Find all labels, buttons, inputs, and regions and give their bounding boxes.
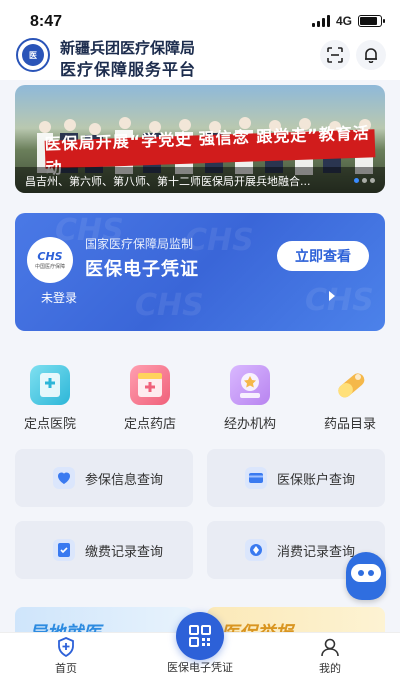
- query-account-button[interactable]: 医保账户查询: [207, 449, 385, 507]
- grid-item-agency[interactable]: 经办机构: [200, 365, 300, 435]
- shield-home-icon: [58, 637, 74, 658]
- qr-code-icon: [189, 625, 211, 647]
- chevron-right-icon[interactable]: [329, 291, 335, 301]
- query-insurance-info-button[interactable]: 参保信息查询: [15, 449, 193, 507]
- assistant-robot-button[interactable]: [346, 552, 386, 600]
- voucher-qr-button[interactable]: [176, 612, 224, 660]
- app-header: 医 新疆兵团医疗保障局 医疗保障服务平台: [0, 30, 400, 80]
- payment-record-icon: [53, 539, 75, 561]
- login-status: 未登录: [41, 291, 78, 305]
- card-supervisor: 国家医疗保障局监制: [85, 237, 194, 251]
- notification-button[interactable]: [356, 40, 386, 70]
- scan-icon: [327, 47, 343, 63]
- news-banner[interactable]: 医保局开展“学党史 强信念 跟党走”教育活动 昌吉州、第六师、第八师、第十二师医…: [15, 85, 385, 193]
- grid-item-hospital[interactable]: 定点医院: [0, 365, 100, 435]
- tab-mine[interactable]: 我的: [280, 633, 380, 673]
- status-time: 8:47: [30, 13, 63, 30]
- header-title: 医疗保障服务平台: [60, 60, 197, 79]
- card-title: 医保电子凭证: [85, 259, 199, 280]
- consumption-record-icon: [245, 539, 267, 561]
- query-payment-record-button[interactable]: 缴费记录查询: [15, 521, 193, 579]
- insurance-info-icon: [53, 467, 75, 489]
- agency-icon: [230, 365, 270, 405]
- banner-slogan: 医保局开展“学党史 强信念 跟党走”教育活动: [44, 123, 376, 178]
- carousel-dots: [354, 178, 375, 183]
- robot-icon: [351, 564, 381, 582]
- status-indicators: 4G: [311, 14, 385, 28]
- grid-item-drug-catalog[interactable]: 药品目录: [300, 365, 400, 435]
- bureau-logo: 医: [16, 38, 50, 72]
- view-now-button[interactable]: 立即查看: [277, 241, 369, 271]
- account-card-icon: [245, 467, 267, 489]
- service-grid: 定点医院 定点药店 经办机构 药品目录: [0, 365, 400, 435]
- user-icon: [321, 638, 339, 657]
- bell-icon: [365, 48, 377, 63]
- voucher-card[interactable]: CHS CHS CHS CHS CHS 中国医疗保障 国家医疗保障局监制 医保电…: [15, 213, 385, 331]
- network-type: 4G: [335, 14, 352, 28]
- banner-caption: 昌吉州、第六师、第八师、第十二师医保局开展兵地融合...: [15, 167, 385, 193]
- pharmacy-icon: [130, 365, 170, 405]
- battery-icon: [358, 15, 385, 27]
- tab-home[interactable]: 首页: [16, 633, 116, 673]
- signal-icon: [311, 15, 330, 27]
- drug-catalog-icon: [330, 365, 370, 405]
- chs-logo: CHS 中国医疗保障: [27, 237, 73, 283]
- scan-button[interactable]: [320, 40, 350, 70]
- hospital-icon: [30, 365, 70, 405]
- header-subtitle: 新疆兵团医疗保障局: [60, 39, 196, 57]
- grid-item-pharmacy[interactable]: 定点药店: [100, 365, 200, 435]
